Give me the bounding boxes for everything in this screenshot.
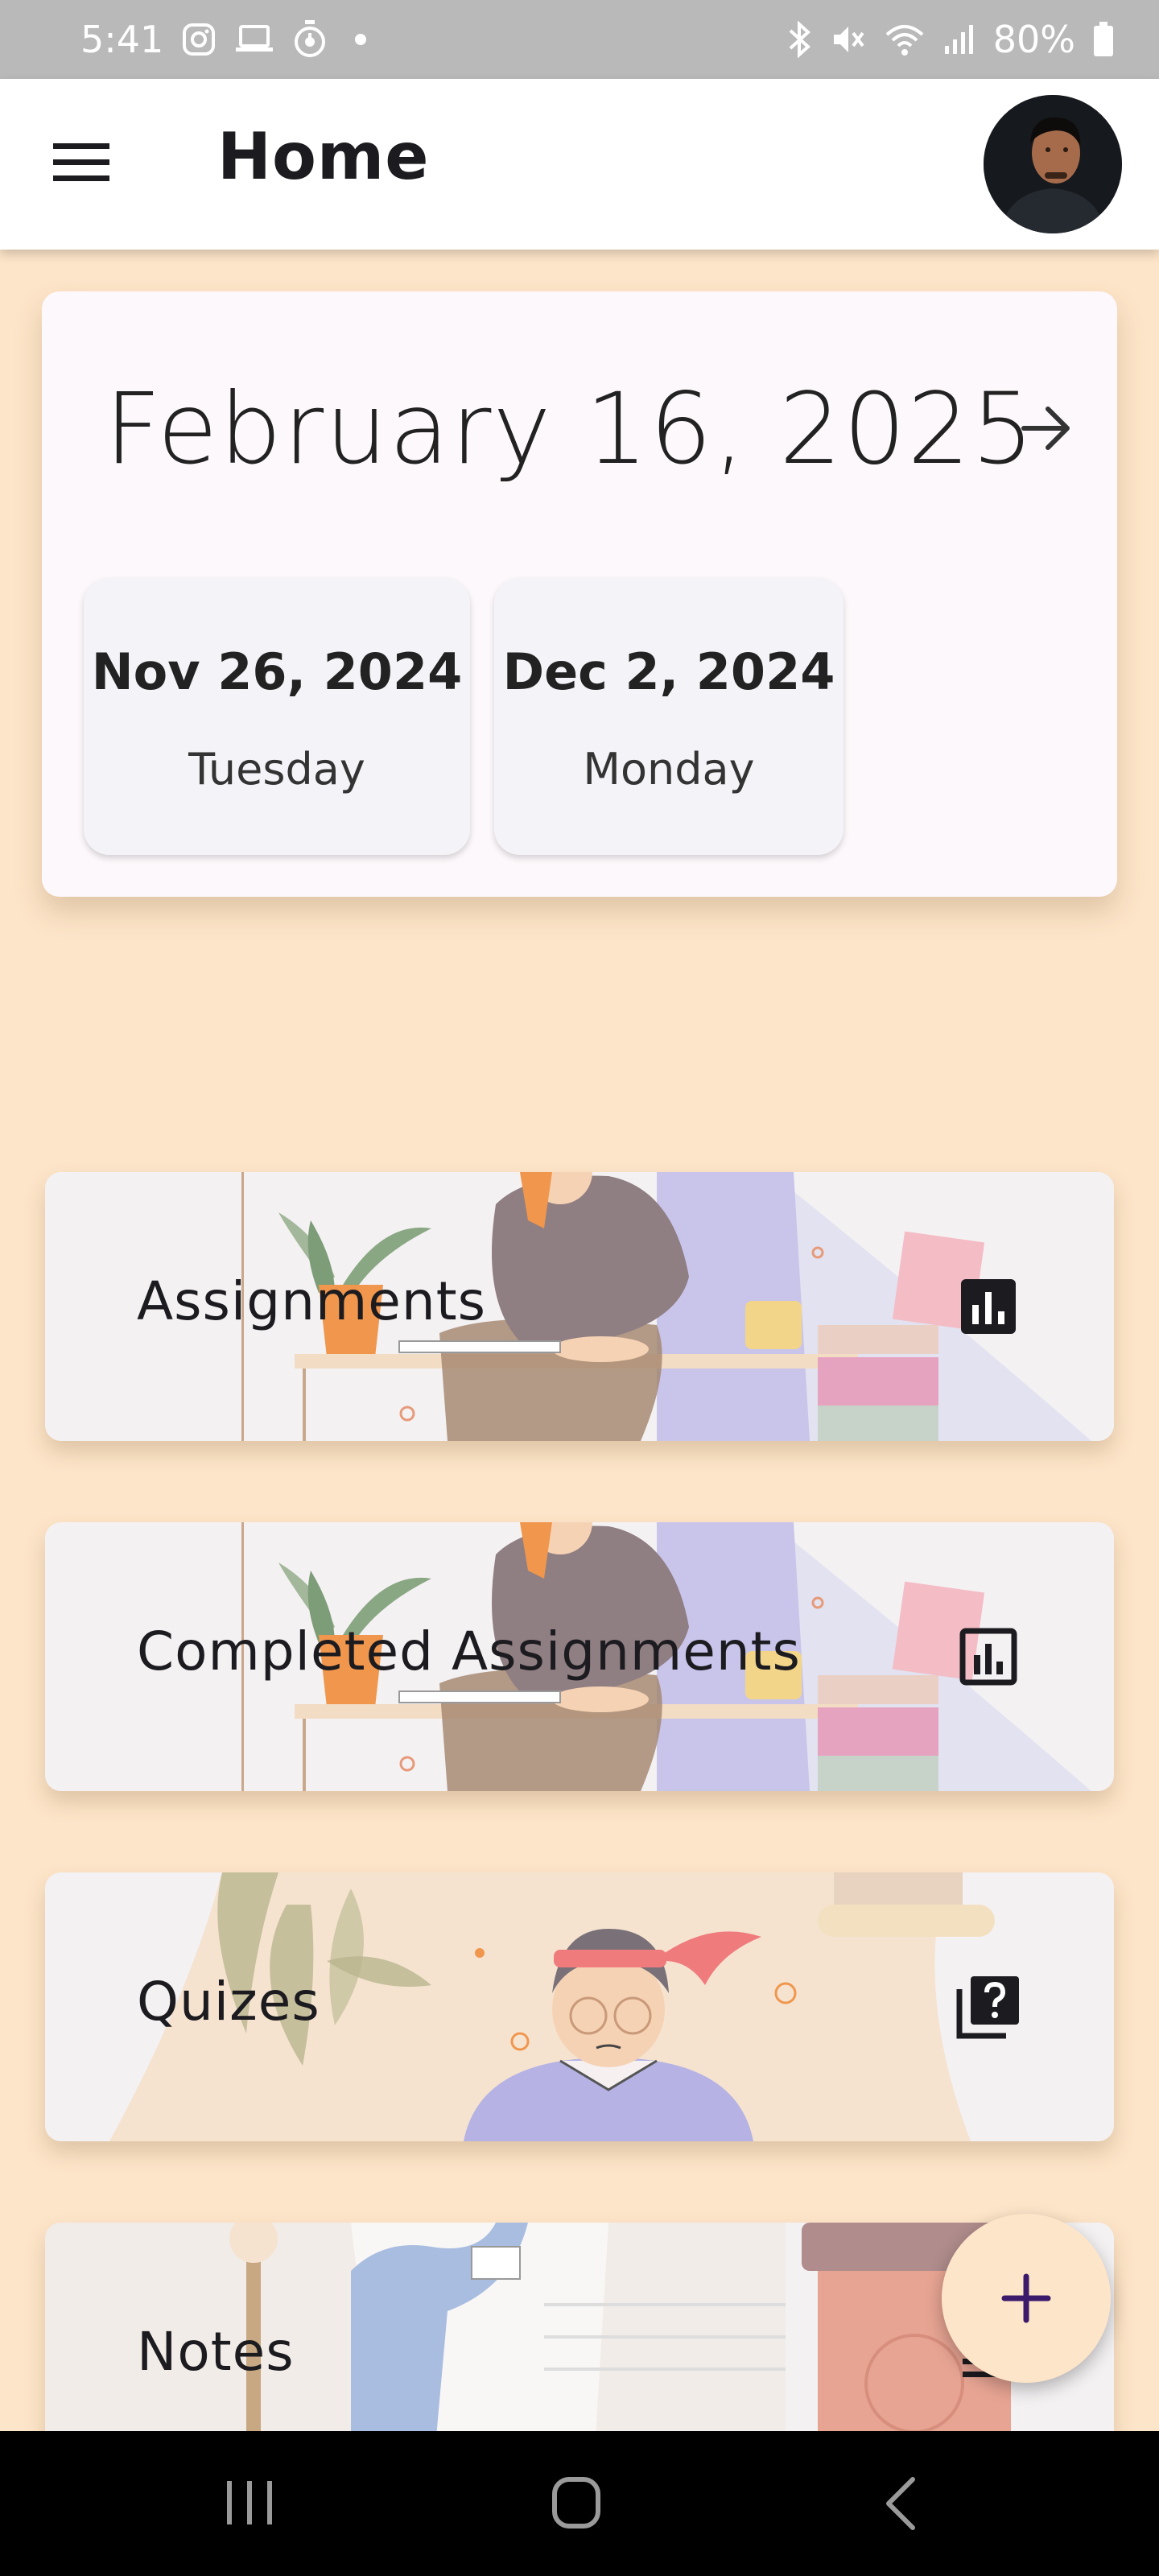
assignments-card[interactable]: Assignments (45, 1172, 1114, 1441)
quiz-icon (955, 1973, 1022, 2041)
chip-day: Tuesday (188, 744, 365, 795)
user-avatar[interactable] (984, 95, 1122, 233)
completed-assignments-label: Completed Assignments (137, 1620, 801, 1682)
status-left: 5:41 (80, 18, 367, 61)
mute-icon (831, 22, 866, 57)
app-bar: Home (0, 79, 1159, 250)
chip-date: Dec 2, 2024 (502, 642, 835, 701)
home-icon[interactable] (528, 2471, 625, 2536)
recent-apps-icon[interactable] (201, 2471, 298, 2536)
bluetooth-icon (786, 21, 813, 58)
date-chip-1[interactable]: Nov 26, 2024 Tuesday (84, 578, 470, 855)
status-right: 80% (786, 18, 1114, 61)
bar-chart-outline-icon (955, 1623, 1022, 1690)
chip-date: Nov 26, 2024 (91, 642, 463, 701)
instagram-icon (181, 22, 217, 57)
calendar-card: February 16, 2025 Nov 26, 2024 Tuesday D… (42, 291, 1117, 897)
wifi-icon (884, 22, 926, 57)
assignments-label: Assignments (137, 1270, 486, 1332)
date-chip-2[interactable]: Dec 2, 2024 Monday (494, 578, 843, 855)
hamburger-menu-icon[interactable] (50, 138, 116, 187)
chip-day: Monday (583, 744, 755, 795)
back-icon[interactable] (853, 2471, 950, 2536)
current-date: February 16, 2025 (105, 372, 1036, 486)
notes-label: Notes (137, 2321, 295, 2383)
timer-icon (292, 20, 328, 59)
signal-icon (943, 23, 975, 56)
arrow-right-icon[interactable] (1014, 396, 1079, 460)
battery-percent: 80% (992, 18, 1075, 61)
status-time: 5:41 (80, 18, 164, 61)
laptop-icon (234, 23, 274, 56)
completed-assignments-card[interactable]: Completed Assignments (45, 1522, 1114, 1791)
dot-icon (355, 34, 367, 45)
battery-icon (1093, 22, 1114, 57)
bar-chart-icon (955, 1273, 1022, 1340)
navigation-bar (0, 2431, 1159, 2576)
plus-icon (1001, 2273, 1051, 2323)
status-bar: 5:41 80% (0, 0, 1159, 79)
quizes-label: Quizes (137, 1971, 320, 2033)
add-fab-button[interactable] (942, 2214, 1111, 2383)
page-title: Home (217, 119, 430, 194)
quizes-card[interactable]: Quizes (45, 1872, 1114, 2141)
